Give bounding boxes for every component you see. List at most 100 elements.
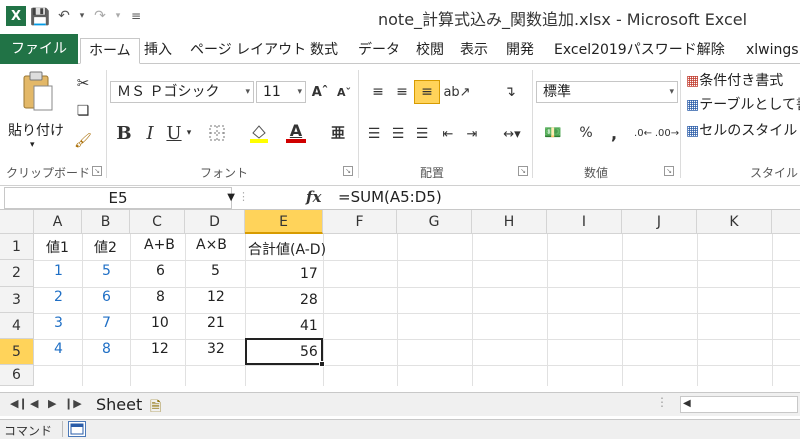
increase-decimal-icon[interactable]: .0← xyxy=(632,122,654,144)
phonetic-guide-icon[interactable]: 亜 xyxy=(326,120,350,146)
cell-a5[interactable]: 4 xyxy=(54,341,63,357)
tab-formulas[interactable]: 数式 xyxy=(302,38,346,64)
formula-input[interactable]: =SUM(A5:D5) xyxy=(338,188,442,206)
cell-c3[interactable]: 8 xyxy=(156,289,165,305)
row-header-1[interactable]: 1 xyxy=(0,234,34,260)
tab-split-handle[interactable]: ⋮ xyxy=(656,395,668,415)
cell-b4[interactable]: 7 xyxy=(102,315,111,331)
row-header-6[interactable]: 6 xyxy=(0,365,34,386)
paste-dropdown-icon[interactable]: ▾ xyxy=(30,140,35,150)
scroll-left-icon[interactable]: ◀ xyxy=(683,398,691,409)
cell-d4[interactable]: 21 xyxy=(207,315,225,331)
row-header-5[interactable]: 5 xyxy=(0,339,34,365)
tab-developer[interactable]: 開発 xyxy=(498,38,542,64)
tab-page-layout[interactable]: ページ レイアウト xyxy=(182,38,314,64)
format-painter-icon[interactable]: 🖌 xyxy=(72,130,94,152)
paste-icon[interactable] xyxy=(18,68,58,116)
conditional-formatting-button[interactable]: ▦条件付き書式 xyxy=(686,70,783,90)
paste-button[interactable]: 貼り付け xyxy=(8,120,64,140)
wrap-text-icon[interactable]: ↴ xyxy=(500,82,520,102)
orientation-icon[interactable]: ab↗ xyxy=(443,82,470,102)
align-center-icon[interactable]: ☰ xyxy=(388,124,408,144)
copy-icon[interactable]: ❏ xyxy=(72,100,94,122)
cell-a3[interactable]: 2 xyxy=(54,289,63,305)
new-sheet-icon[interactable]: 🗎 xyxy=(150,396,170,415)
align-top-icon[interactable]: ≡ xyxy=(368,82,388,102)
tab-file[interactable]: ファイル xyxy=(0,34,78,64)
horizontal-scrollbar[interactable]: ◀ xyxy=(680,396,798,413)
column-header-g[interactable]: G xyxy=(397,210,472,234)
align-left-icon[interactable]: ☰ xyxy=(364,124,384,144)
tab-home[interactable]: ホーム xyxy=(80,38,140,64)
cell-b3[interactable]: 6 xyxy=(102,289,111,305)
increase-font-icon[interactable]: Aˆ xyxy=(310,81,330,103)
font-launcher-icon[interactable]: ↘ xyxy=(343,166,353,176)
underline-button[interactable]: U xyxy=(164,122,184,144)
font-color-icon[interactable]: A xyxy=(284,120,308,146)
format-as-table-button[interactable]: ▦テーブルとして書 xyxy=(686,94,800,114)
fill-handle[interactable] xyxy=(319,361,325,367)
tab-data[interactable]: データ xyxy=(350,38,408,64)
select-all-corner[interactable] xyxy=(0,210,34,234)
number-launcher-icon[interactable]: ↘ xyxy=(664,166,674,176)
cell-b1[interactable]: 値2 xyxy=(94,237,117,257)
undo-dropdown-icon[interactable]: ▾ xyxy=(72,6,92,26)
increase-indent-icon[interactable]: ⇥ xyxy=(462,124,482,144)
tab-excel2019-password[interactable]: Excel2019パスワード解除 xyxy=(546,38,733,64)
name-box[interactable]: E5 ▼ xyxy=(4,187,235,209)
redo-icon[interactable]: ↷ xyxy=(90,6,110,26)
last-sheet-icon[interactable]: ❙▶ xyxy=(64,397,82,410)
cell-a2[interactable]: 1 xyxy=(54,263,63,279)
number-format-combo[interactable]: 標準 ▾ xyxy=(536,81,678,103)
column-header-b[interactable]: B xyxy=(82,210,130,234)
align-right-icon[interactable]: ☰ xyxy=(412,124,432,144)
decrease-decimal-icon[interactable]: .00→ xyxy=(655,122,679,144)
cell-a4[interactable]: 3 xyxy=(54,315,63,331)
prev-sheet-icon[interactable]: ◀ xyxy=(30,397,38,410)
undo-icon[interactable]: ↶ xyxy=(54,6,74,26)
cell-b2[interactable]: 5 xyxy=(102,263,111,279)
tab-review[interactable]: 校閲 xyxy=(408,38,452,64)
cell-e2[interactable]: 17 xyxy=(300,266,318,282)
decrease-font-icon[interactable]: Aˇ xyxy=(334,81,354,103)
column-header-e[interactable]: E xyxy=(245,210,323,234)
tab-insert[interactable]: 挿入 xyxy=(136,38,180,64)
column-header-h[interactable]: H xyxy=(472,210,547,234)
borders-icon[interactable] xyxy=(206,122,228,144)
cell-a1[interactable]: 値1 xyxy=(46,237,69,257)
align-middle-icon[interactable]: ≡ xyxy=(392,82,412,102)
column-header-a[interactable]: A xyxy=(34,210,82,234)
cell-b5[interactable]: 8 xyxy=(102,341,111,357)
cell-d5[interactable]: 32 xyxy=(207,341,225,357)
cell-d2[interactable]: 5 xyxy=(211,263,220,279)
redo-dropdown-icon[interactable]: ▾ xyxy=(108,6,128,26)
cell-styles-button[interactable]: ▦セルのスタイル xyxy=(686,120,797,140)
font-name-combo[interactable]: ＭＳ Ｐゴシック ▾ xyxy=(110,81,254,103)
cell-c2[interactable]: 6 xyxy=(156,263,165,279)
percent-button[interactable]: % xyxy=(576,122,596,144)
cell-e4[interactable]: 41 xyxy=(300,318,318,334)
column-header-k[interactable]: K xyxy=(697,210,772,234)
decrease-indent-icon[interactable]: ⇤ xyxy=(438,124,458,144)
cut-icon[interactable]: ✂ xyxy=(72,72,94,94)
column-header-f[interactable]: F xyxy=(323,210,397,234)
row-header-2[interactable]: 2 xyxy=(0,260,34,287)
tab-xlwings[interactable]: xlwings xyxy=(738,38,800,64)
italic-button[interactable]: I xyxy=(140,122,160,144)
formula-bar-resize-handle[interactable]: ⋮ xyxy=(238,190,252,206)
customize-quick-access-icon[interactable]: ≡ xyxy=(126,6,146,26)
bold-button[interactable]: B xyxy=(114,122,134,144)
cell-e3[interactable]: 28 xyxy=(300,292,318,308)
insert-function-button[interactable]: fx xyxy=(306,188,321,206)
alignment-launcher-icon[interactable]: ↘ xyxy=(518,166,528,176)
column-header-j[interactable]: J xyxy=(622,210,697,234)
comma-button[interactable]: , xyxy=(604,122,624,144)
tab-view[interactable]: 表示 xyxy=(452,38,496,64)
macro-record-icon[interactable] xyxy=(68,421,86,437)
save-icon[interactable]: 💾 xyxy=(30,6,50,26)
row-header-3[interactable]: 3 xyxy=(0,287,34,313)
accounting-format-icon[interactable]: 💵 xyxy=(538,122,568,144)
align-bottom-icon[interactable]: ≡ xyxy=(414,80,440,104)
cell-d1[interactable]: A×B xyxy=(196,237,227,253)
cell-c1[interactable]: A+B xyxy=(144,237,175,253)
